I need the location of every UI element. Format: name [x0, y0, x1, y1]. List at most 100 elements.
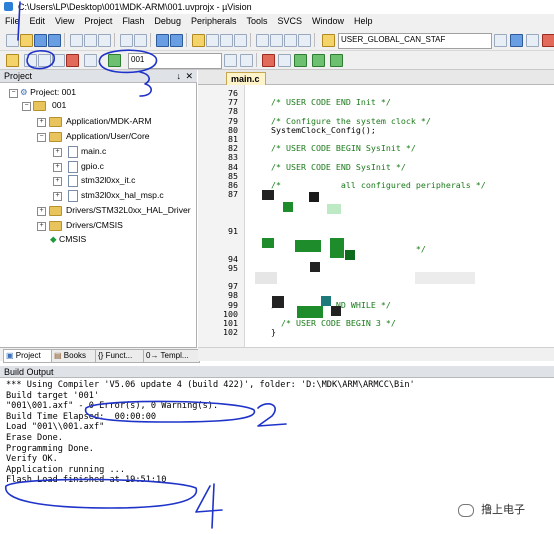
tab-label: Books — [63, 351, 87, 360]
folder-open-icon — [49, 132, 62, 142]
toolbar-separator — [186, 33, 187, 47]
find-icon[interactable] — [494, 34, 507, 47]
mosaic-block — [262, 190, 274, 200]
code-line: /* all configured peripherals */ — [261, 180, 486, 190]
mosaic-block — [255, 272, 277, 284]
paste-icon[interactable] — [98, 34, 111, 47]
expand-icon[interactable]: + — [37, 222, 46, 231]
c-file-icon — [68, 161, 78, 173]
menu-file[interactable]: File — [0, 14, 25, 29]
expand-icon[interactable]: + — [37, 118, 46, 127]
horizontal-scrollbar[interactable] — [198, 347, 554, 361]
incremental-find-icon[interactable] — [510, 34, 523, 47]
prev-bookmark-icon[interactable] — [206, 34, 219, 47]
collapse-icon[interactable]: − — [9, 89, 18, 98]
menu-view[interactable]: View — [50, 14, 79, 29]
build-output-line: Programming Done. — [6, 443, 94, 454]
target-folder-icon — [33, 101, 46, 111]
uncomment-icon[interactable] — [298, 34, 311, 47]
toolbar-separator — [250, 33, 251, 47]
select-packs-icon[interactable] — [294, 54, 307, 67]
folder-icon — [49, 117, 62, 127]
menu-flash[interactable]: Flash — [117, 14, 149, 29]
open-file-icon[interactable] — [20, 34, 33, 47]
tree-file[interactable]: stm32l0xx_hal_msp.c — [81, 190, 164, 201]
tree-project-root[interactable]: ⚙ Project: 001 — [20, 87, 76, 98]
tab-main-c[interactable]: main.c — [226, 72, 266, 85]
menu-window[interactable]: Window — [307, 14, 349, 29]
build-output-line: Build Time Elapsed: 00:00:00 — [6, 411, 157, 422]
target-options-icon[interactable] — [224, 54, 237, 67]
menu-tools[interactable]: Tools — [241, 14, 272, 29]
build-output-line: Verify OK. — [6, 454, 58, 465]
tree-group[interactable]: Drivers/STM32L0xx_HAL_Driver — [66, 205, 191, 216]
build-icon[interactable] — [24, 54, 37, 67]
menu-peripherals[interactable]: Peripherals — [186, 14, 242, 29]
next-bookmark-icon[interactable] — [220, 34, 233, 47]
collapse-icon[interactable]: − — [37, 133, 46, 142]
navigate-forward-icon[interactable] — [170, 34, 183, 47]
mosaic-block — [272, 296, 284, 308]
tree-group[interactable]: Application/MDK-ARM — [66, 116, 151, 127]
unindent-icon[interactable] — [270, 34, 283, 47]
pin-icon[interactable]: ↓ — [177, 70, 182, 83]
tree-group[interactable]: Drivers/CMSIS — [66, 220, 123, 231]
batch-build-icon[interactable] — [52, 54, 65, 67]
close-panel-icon[interactable]: ✕ — [185, 70, 193, 83]
uvision-app-icon — [4, 2, 13, 11]
load-icon[interactable] — [84, 54, 97, 67]
pack-installer-icon[interactable] — [312, 54, 325, 67]
tree-target[interactable]: 001 — [52, 100, 66, 111]
menu-edit[interactable]: Edit — [25, 14, 51, 29]
bookmark-icon[interactable] — [192, 34, 205, 47]
tree-file[interactable]: stm32l0xx_it.c — [81, 175, 135, 186]
collapse-icon[interactable]: − — [22, 102, 31, 111]
expand-icon[interactable]: + — [53, 177, 62, 186]
save-icon[interactable] — [34, 34, 47, 47]
redo-icon[interactable] — [134, 34, 147, 47]
comment-icon[interactable] — [284, 34, 297, 47]
navigate-back-icon[interactable] — [156, 34, 169, 47]
tab-templates[interactable]: 0→ Templ... — [143, 349, 200, 363]
line-number: 102 — [223, 327, 238, 338]
tree-group[interactable]: Application/User/Core — [66, 131, 150, 142]
save-all-icon[interactable] — [48, 34, 61, 47]
expand-icon[interactable]: + — [53, 148, 62, 157]
toolbar-dropdown-icon[interactable] — [526, 34, 539, 47]
expand-icon[interactable]: + — [37, 207, 46, 216]
new-file-icon[interactable] — [6, 34, 19, 47]
debug-session-icon[interactable] — [542, 34, 554, 47]
expand-icon[interactable]: + — [53, 192, 62, 201]
undo-icon[interactable] — [120, 34, 133, 47]
menu-help[interactable]: Help — [349, 14, 378, 29]
menu-project[interactable]: Project — [79, 14, 117, 29]
flash-download-icon[interactable] — [108, 54, 121, 67]
menu-svcs[interactable]: SVCS — [273, 14, 308, 29]
rebuild-icon[interactable] — [38, 54, 51, 67]
stop-build-icon[interactable] — [66, 54, 79, 67]
tab-books[interactable]: ▤ Books — [51, 349, 99, 363]
tree-file[interactable]: main.c — [81, 146, 106, 157]
wand-icon[interactable] — [240, 54, 253, 67]
mosaic-block — [283, 202, 293, 212]
mosaic-block — [330, 238, 344, 258]
find-in-files-icon[interactable] — [322, 34, 335, 47]
target-combo[interactable]: 001 — [128, 53, 222, 69]
copy-icon[interactable] — [84, 34, 97, 47]
expand-icon[interactable]: + — [53, 163, 62, 172]
cut-icon[interactable] — [70, 34, 83, 47]
tab-functions[interactable]: {} Funct... — [95, 349, 147, 363]
manage-components-icon[interactable] — [262, 54, 275, 67]
translate-icon[interactable] — [6, 54, 19, 67]
define-combo[interactable]: USER_GLOBAL_CAN_STAF — [338, 33, 492, 49]
tab-project[interactable]: ▣ Project — [3, 349, 55, 363]
tree-file[interactable]: gpio.c — [81, 161, 104, 172]
menu-debug[interactable]: Debug — [149, 14, 186, 29]
tree-component[interactable]: ◆ CMSIS — [50, 234, 86, 245]
mosaic-block — [262, 238, 274, 248]
run-time-environment-icon[interactable] — [330, 54, 343, 67]
clear-bookmarks-icon[interactable] — [234, 34, 247, 47]
file-extensions-icon[interactable] — [278, 54, 291, 67]
indent-icon[interactable] — [256, 34, 269, 47]
menu-bar: File Edit View Project Flash Debug Peripherals… — [0, 14, 554, 29]
